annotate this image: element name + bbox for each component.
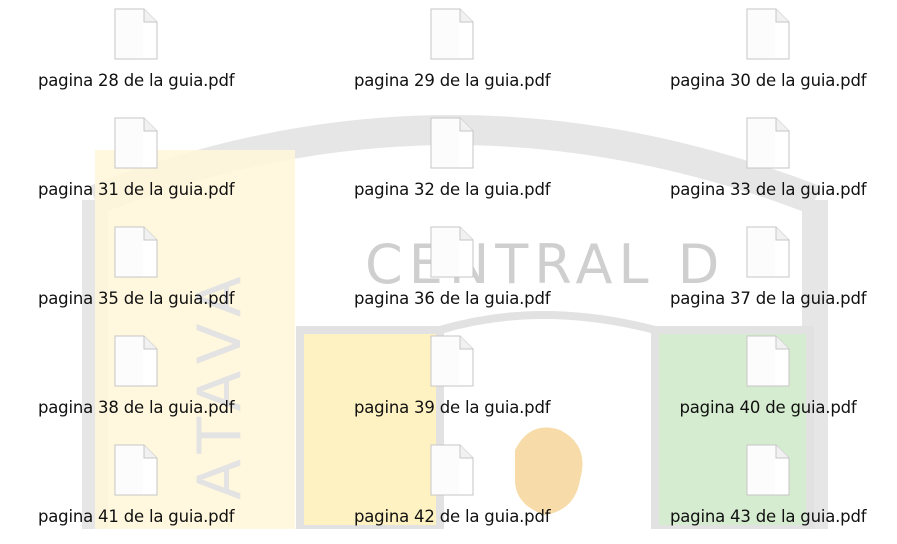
pdf-file-icon	[114, 335, 158, 387]
pdf-file-icon	[746, 8, 790, 60]
file-item[interactable]: pagina 39 de la guia.pdf	[302, 335, 602, 435]
file-grid: pagina 28 de la guia.pdf pagina 29 de la…	[0, 0, 897, 529]
file-item[interactable]: pagina 41 de la guia.pdf	[0, 444, 286, 544]
pdf-file-icon	[746, 335, 790, 387]
pdf-file-icon	[114, 8, 158, 60]
file-name-label: pagina 28 de la guia.pdf	[38, 71, 235, 90]
file-item[interactable]: pagina 37 de la guia.pdf	[618, 226, 897, 326]
file-item[interactable]: pagina 28 de la guia.pdf	[0, 8, 286, 108]
file-name-label: pagina 38 de la guia.pdf	[38, 398, 235, 417]
file-item[interactable]: pagina 43 de la guia.pdf	[618, 444, 897, 544]
file-item[interactable]: pagina 33 de la guia.pdf	[618, 117, 897, 217]
file-name-label: pagina 29 de la guia.pdf	[354, 71, 551, 90]
file-item[interactable]: pagina 29 de la guia.pdf	[302, 8, 602, 108]
pdf-file-icon	[114, 444, 158, 496]
file-item[interactable]: pagina 31 de la guia.pdf	[0, 117, 286, 217]
file-item[interactable]: pagina 32 de la guia.pdf	[302, 117, 602, 217]
file-name-label: pagina 31 de la guia.pdf	[38, 180, 235, 199]
file-name-label: pagina 33 de la guia.pdf	[670, 180, 867, 199]
file-name-label: pagina 40 de guia.pdf	[679, 398, 857, 417]
file-name-label: pagina 43 de la guia.pdf	[670, 507, 867, 526]
pdf-file-icon	[746, 444, 790, 496]
pdf-file-icon	[430, 335, 474, 387]
file-name-label: pagina 35 de la guia.pdf	[38, 289, 235, 308]
file-name-label: pagina 39 de la guia.pdf	[354, 398, 551, 417]
pdf-file-icon	[430, 444, 474, 496]
file-item[interactable]: pagina 40 de guia.pdf	[618, 335, 897, 435]
pdf-file-icon	[746, 226, 790, 278]
file-item[interactable]: pagina 35 de la guia.pdf	[0, 226, 286, 326]
file-item[interactable]: pagina 30 de la guia.pdf	[618, 8, 897, 108]
file-name-label: pagina 41 de la guia.pdf	[38, 507, 235, 526]
pdf-file-icon	[430, 226, 474, 278]
pdf-file-icon	[114, 117, 158, 169]
file-item[interactable]: pagina 36 de la guia.pdf	[302, 226, 602, 326]
pdf-file-icon	[114, 226, 158, 278]
file-name-label: pagina 30 de la guia.pdf	[670, 71, 867, 90]
file-item[interactable]: pagina 42 de la guia.pdf	[302, 444, 602, 544]
file-name-label: pagina 37 de la guia.pdf	[670, 289, 867, 308]
pdf-file-icon	[430, 117, 474, 169]
pdf-file-icon	[746, 117, 790, 169]
pdf-file-icon	[430, 8, 474, 60]
file-name-label: pagina 32 de la guia.pdf	[354, 180, 551, 199]
file-item[interactable]: pagina 38 de la guia.pdf	[0, 335, 286, 435]
file-name-label: pagina 42 de la guia.pdf	[354, 507, 551, 526]
file-name-label: pagina 36 de la guia.pdf	[354, 289, 551, 308]
